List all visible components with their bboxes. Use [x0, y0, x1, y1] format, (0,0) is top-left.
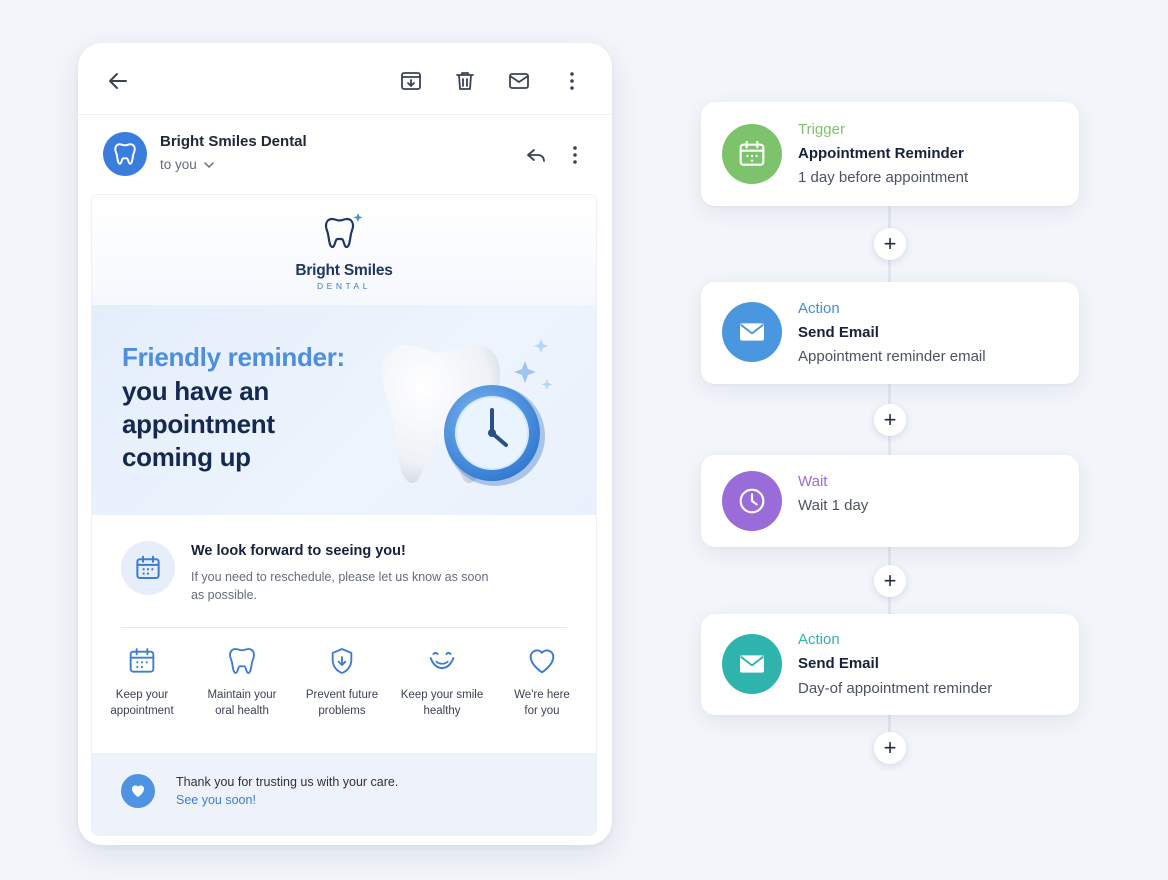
- trash-icon: [456, 72, 474, 90]
- workflow-step-send-email[interactable]: Action Send Email Appointment reminder e…: [701, 282, 1079, 384]
- email-viewer: Bright Smiles Dental to you Bright Smile…: [78, 43, 612, 845]
- hero-banner: Friendly reminder: you have an appointme…: [92, 305, 596, 515]
- feature-list: Keep your appointment Maintain your oral…: [92, 643, 596, 753]
- hero-headline-accent: Friendly reminder:: [122, 342, 345, 372]
- feature-label: Prevent future problems: [305, 689, 379, 717]
- email-body: Bright Smiles DENTAL Friendly reminder: …: [92, 195, 596, 835]
- step-title: Send Email: [798, 324, 879, 341]
- reply-button[interactable]: [520, 139, 552, 171]
- feature-label: Maintain your oral health: [207, 689, 277, 717]
- avatar: [103, 132, 147, 176]
- feature-label: Keep your appointment: [110, 689, 174, 717]
- notice-icon-badge: [121, 541, 175, 595]
- step-type: Trigger: [798, 121, 845, 138]
- brand-logo: Bright Smiles DENTAL: [92, 195, 596, 305]
- hero-headline: you have an appointment coming up: [122, 376, 275, 472]
- divider: [121, 627, 567, 628]
- footer-badge: [121, 774, 155, 808]
- step-type: Action: [798, 300, 840, 317]
- heart-icon: [132, 785, 144, 797]
- envelope-icon: [740, 655, 764, 673]
- reschedule-notice: We look forward to seeing you! If you ne…: [92, 515, 596, 627]
- delete-button[interactable]: [449, 65, 481, 97]
- tooth-clock-illustration: [381, 339, 553, 486]
- feature-item: Keep your smile healthy: [392, 643, 492, 719]
- tooth-icon: [114, 143, 136, 165]
- mark-unread-button[interactable]: [503, 65, 535, 97]
- email-toolbar: [78, 43, 612, 115]
- feature-label: Keep your smile healthy: [400, 689, 484, 717]
- shield-icon: [331, 648, 353, 674]
- envelope-icon: [740, 323, 764, 341]
- message-options-button[interactable]: [559, 139, 591, 171]
- heart-icon: [529, 649, 555, 674]
- step-title: Send Email: [798, 655, 879, 672]
- smile-icon: [429, 651, 455, 670]
- step-icon-badge: [722, 471, 782, 531]
- archive-button[interactable]: [395, 65, 427, 97]
- step-icon-badge: [722, 634, 782, 694]
- recipient-toggle[interactable]: to you: [160, 157, 215, 172]
- step-subtitle: Appointment reminder email: [798, 348, 986, 365]
- more-vertical-icon: [570, 72, 574, 90]
- step-type: Wait: [798, 473, 828, 490]
- more-options-button[interactable]: [556, 65, 588, 97]
- step-subtitle: Day-of appointment reminder: [798, 680, 993, 697]
- tooth-icon: [229, 648, 255, 674]
- clock-icon: [739, 488, 765, 514]
- archive-icon: [401, 72, 421, 90]
- calendar-icon: [739, 140, 765, 166]
- step-icon-badge: [722, 124, 782, 184]
- email-footer: Thank you for trusting us with your care…: [92, 753, 596, 835]
- envelope-icon: [509, 73, 529, 89]
- step-subtitle: 1 day before appointment: [798, 169, 969, 186]
- workflow-step-send-email-day-of[interactable]: Action Send Email Day-of appointment rem…: [701, 614, 1079, 715]
- footer-text: Thank you for trusting us with your care…: [176, 775, 399, 789]
- step-subtitle: Wait 1 day: [798, 497, 869, 514]
- workflow-step-wait[interactable]: Wait Wait 1 day: [701, 455, 1079, 547]
- add-step-button[interactable]: +: [874, 565, 906, 597]
- logo-subtitle: DENTAL: [317, 281, 371, 291]
- add-step-button[interactable]: +: [874, 404, 906, 436]
- add-step-button[interactable]: +: [874, 732, 906, 764]
- footer-link[interactable]: See you soon!: [176, 793, 256, 807]
- feature-item: Keep your appointment: [92, 643, 192, 719]
- feature-item: Prevent future problems: [292, 643, 392, 719]
- feature-label: We're here for you: [514, 689, 570, 717]
- more-vertical-icon: [573, 146, 577, 164]
- chevron-down-icon: [204, 161, 214, 168]
- add-step-button[interactable]: +: [874, 228, 906, 260]
- sender-name: Bright Smiles Dental: [160, 133, 307, 150]
- step-icon-badge: [722, 302, 782, 362]
- recipient-label: to you: [160, 157, 197, 172]
- workflow-step-trigger[interactable]: Trigger Appointment Reminder 1 day befor…: [701, 102, 1079, 206]
- calendar-icon: [136, 555, 160, 579]
- arrow-left-icon: [109, 73, 127, 89]
- step-title: Appointment Reminder: [798, 145, 964, 162]
- notice-title: We look forward to seeing you!: [191, 543, 406, 559]
- step-type: Action: [798, 631, 840, 648]
- calendar-icon: [129, 648, 155, 673]
- feature-item: Maintain your oral health: [192, 643, 292, 719]
- notice-text: If you need to reschedule, please let us…: [191, 570, 489, 602]
- back-button[interactable]: [102, 65, 134, 97]
- logo-wordmark: Bright Smiles: [295, 262, 393, 279]
- tooth-sparkle-icon: [324, 213, 363, 249]
- reply-icon: [527, 149, 545, 162]
- feature-item: We're here for you: [492, 643, 592, 719]
